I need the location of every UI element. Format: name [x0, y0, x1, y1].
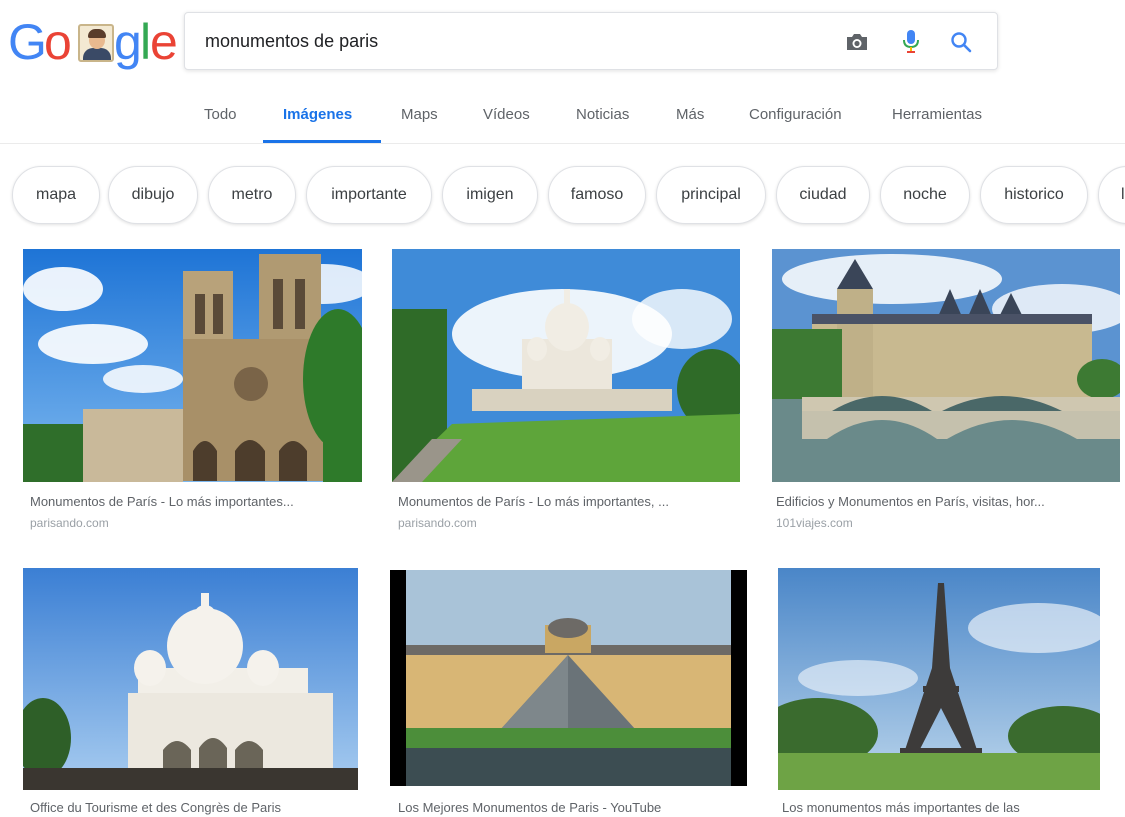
chip-mapa[interactable]: mapa [12, 166, 100, 224]
result-title[interactable]: Los monumentos más importantes de las [782, 800, 1112, 815]
chip-historico[interactable]: historico [980, 166, 1088, 224]
result-source[interactable]: parisando.com [30, 516, 109, 530]
logo-letter-e: e [150, 14, 178, 70]
chip-ciudad[interactable]: ciudad [776, 166, 870, 224]
tab-videos[interactable]: Vídeos [483, 106, 530, 123]
result-source[interactable]: 101viajes.com [776, 516, 853, 530]
chip-le[interactable]: le [1098, 166, 1125, 224]
result-title[interactable]: Monumentos de París - Lo más importantes… [30, 494, 360, 509]
result-title[interactable]: Office du Tourisme et des Congrès de Par… [30, 800, 360, 815]
chip-importante[interactable]: importante [306, 166, 432, 224]
search-input[interactable] [205, 23, 825, 59]
logo-letter-g: G [8, 14, 47, 70]
tab-configuracion[interactable]: Configuración [749, 106, 842, 123]
tab-maps[interactable]: Maps [401, 106, 438, 123]
result-title[interactable]: Los Mejores Monumentos de Paris - YouTub… [398, 800, 738, 815]
result-source[interactable]: parisando.com [398, 516, 477, 530]
chip-noche[interactable]: noche [880, 166, 970, 224]
tab-herramientas[interactable]: Herramientas [892, 106, 982, 123]
result-thumbnail-louvre[interactable] [390, 570, 747, 786]
tab-noticias[interactable]: Noticias [576, 106, 629, 123]
result-title[interactable]: Monumentos de París - Lo más importantes… [398, 494, 738, 509]
chip-dibujo[interactable]: dibujo [108, 166, 198, 224]
tab-imagenes[interactable]: Imágenes [283, 106, 352, 123]
result-thumbnail-eiffel-tower[interactable] [778, 568, 1100, 790]
related-chips: mapa dibujo metro importante imigen famo… [0, 164, 1125, 228]
result-thumbnail-sacre-coeur-park[interactable] [392, 249, 740, 482]
logo-letter-o: o [44, 14, 72, 70]
chip-principal[interactable]: principal [656, 166, 766, 224]
search-box [184, 12, 998, 70]
tab-todo[interactable]: Todo [204, 106, 237, 123]
microphone-icon[interactable] [897, 28, 925, 56]
chip-famoso[interactable]: famoso [548, 166, 646, 224]
logo-letter-g2: g [114, 14, 142, 70]
tab-mas[interactable]: Más [676, 106, 704, 123]
camera-icon[interactable] [843, 28, 871, 56]
search-tabs: Todo Imágenes Maps Vídeos Noticias Más C… [0, 96, 1125, 144]
chip-imigen[interactable]: imigen [442, 166, 538, 224]
active-tab-indicator [263, 140, 381, 143]
result-title[interactable]: Edificios y Monumentos en París, visitas… [776, 494, 1114, 509]
search-icon[interactable] [947, 28, 975, 56]
doodle-portrait-icon [78, 24, 114, 62]
chip-metro[interactable]: metro [208, 166, 296, 224]
result-thumbnail-notre-dame[interactable] [23, 249, 362, 482]
logo-letter-l: l [140, 14, 151, 70]
result-thumbnail-sacre-coeur[interactable] [23, 568, 358, 790]
google-logo[interactable]: G o g l e [8, 14, 178, 70]
result-thumbnail-conciergerie[interactable] [772, 249, 1120, 482]
